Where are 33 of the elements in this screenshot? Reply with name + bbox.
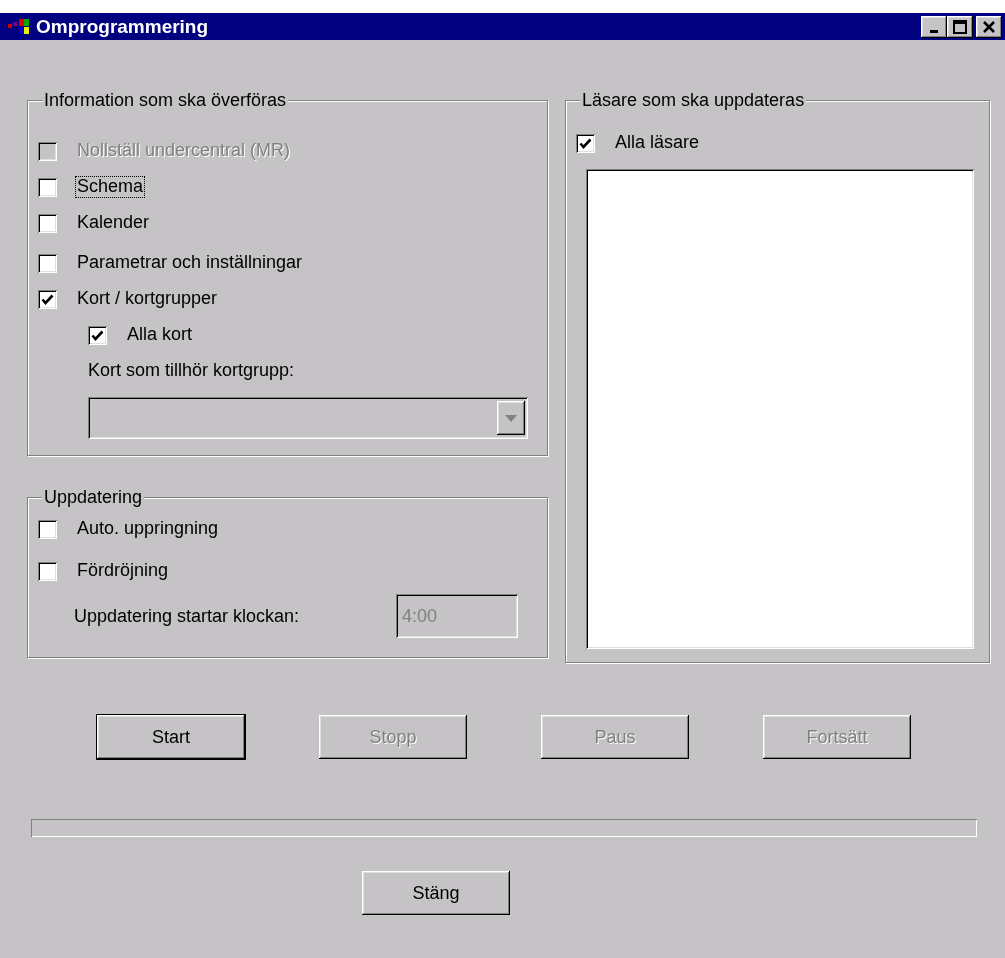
checkbox-label: Auto. uppringning bbox=[76, 518, 220, 540]
checkbox[interactable] bbox=[88, 325, 107, 345]
minimize-button[interactable] bbox=[921, 15, 947, 38]
checkbox-label: Nollställ undercentral (MR) bbox=[76, 140, 292, 162]
checkbox[interactable] bbox=[38, 213, 57, 233]
checkbox-label: Alla läsare bbox=[614, 132, 701, 154]
checkbox-label: Kort / kortgrupper bbox=[76, 288, 219, 310]
maximize-icon bbox=[953, 19, 967, 34]
group-title: Information som ska överföras bbox=[42, 91, 289, 109]
checkbox[interactable] bbox=[38, 561, 57, 581]
group-title: Uppdatering bbox=[42, 488, 145, 506]
checkbox-label: Fördröjning bbox=[76, 560, 170, 582]
dialog-button[interactable]: Start bbox=[97, 715, 245, 759]
window-title: Omprogrammering bbox=[36, 15, 210, 39]
close-icon bbox=[982, 19, 996, 34]
checkbox[interactable] bbox=[38, 519, 57, 539]
checkbox[interactable] bbox=[576, 133, 595, 153]
close-button[interactable] bbox=[976, 15, 1002, 38]
checkbox-label: Parametrar och inställningar bbox=[76, 252, 304, 274]
minimize-icon bbox=[930, 29, 938, 33]
maximize-button[interactable] bbox=[947, 15, 973, 38]
app-icon bbox=[8, 17, 30, 36]
checkbox[interactable] bbox=[38, 177, 57, 197]
field-label: Uppdatering startar klockan: bbox=[74, 604, 301, 628]
close-dialog-button[interactable]: Stäng bbox=[362, 871, 510, 915]
dropdown-arrow-icon bbox=[505, 414, 517, 422]
checkbox-label: Schema bbox=[75, 176, 146, 198]
checkbox-label: Kalender bbox=[76, 212, 151, 234]
field-label: Kort som tillhör kortgrupp: bbox=[87, 359, 296, 382]
checkbox[interactable] bbox=[38, 289, 57, 309]
checkbox[interactable] bbox=[38, 253, 57, 273]
group-title: Läsare som ska uppdateras bbox=[580, 91, 807, 109]
checkbox-label: Alla kort bbox=[126, 324, 194, 346]
